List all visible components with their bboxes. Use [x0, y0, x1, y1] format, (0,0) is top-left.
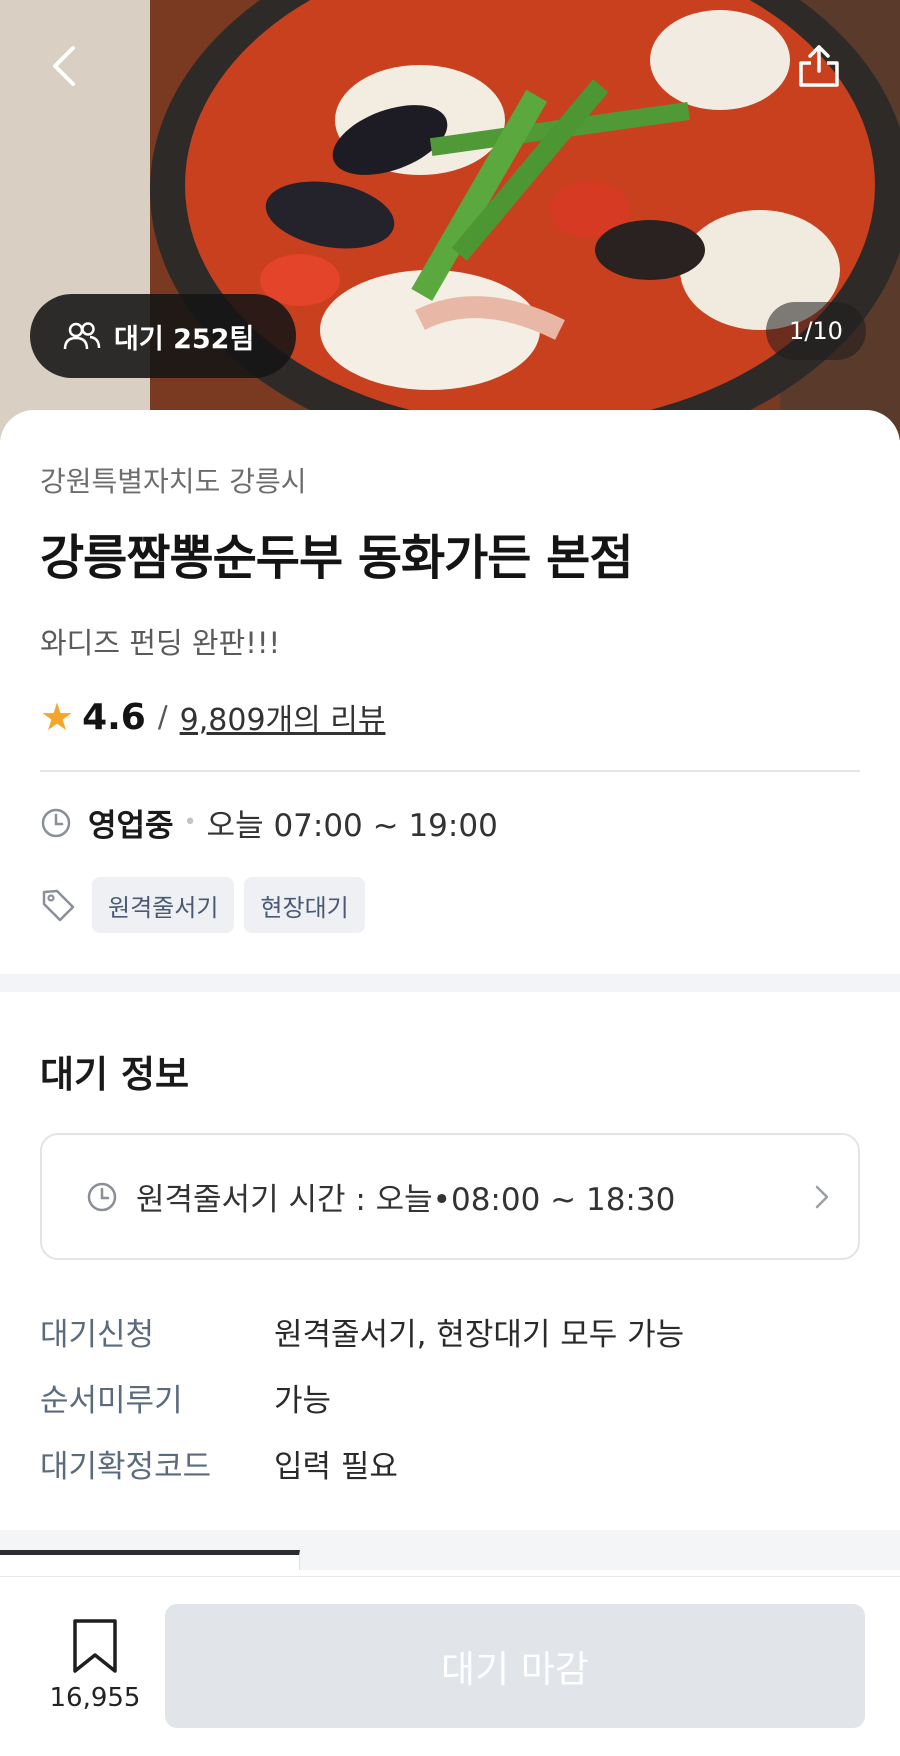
bookmark-button[interactable]: 16,955: [40, 1617, 150, 1713]
tag-icon: [42, 889, 75, 922]
wait-detail-list: 대기신청 원격줄서기, 현장대기 모두 가능 순서미루기 가능 대기확정코드 입…: [40, 1298, 684, 1496]
section-divider: [0, 974, 900, 992]
back-button[interactable]: [32, 34, 96, 98]
wait-info-title: 대기 정보: [40, 1053, 190, 1096]
tab-active-indicator[interactable]: [0, 1550, 300, 1570]
rating-row: ★ 4.6 / 9,809개의 리뷰: [40, 695, 385, 739]
detail-label: 대기확정코드: [40, 1448, 212, 1485]
hero-image[interactable]: 대기 252팀 1/10: [0, 0, 900, 440]
reviews-link[interactable]: 9,809개의 리뷰: [180, 695, 386, 739]
tag-row: 원격줄서기 현장대기: [40, 877, 365, 933]
wait-count-label: 대기 252팀: [114, 323, 255, 355]
share-icon: [799, 45, 839, 87]
separator-dot: •: [183, 810, 197, 835]
store-region: 강원특별자치도 강릉시: [40, 465, 307, 498]
detail-label: 대기신청: [40, 1316, 155, 1353]
people-icon: [63, 322, 101, 350]
remote-queue-time: 원격줄서기 시간 : 오늘•08:00 ~ 18:30: [136, 1182, 676, 1218]
detail-label: 순서미루기: [40, 1382, 183, 1419]
clock-icon: [41, 808, 71, 837]
chevron-right-icon: [815, 1185, 829, 1208]
tag-onsite-wait: 현장대기: [244, 877, 365, 933]
open-status: 영업중: [88, 808, 174, 844]
share-button[interactable]: [787, 34, 851, 98]
bottom-action-bar: 16,955 대기 마감: [0, 1576, 900, 1756]
business-hours: 오늘 07:00 ~ 19:00: [206, 808, 498, 844]
rating-score: 4.6: [82, 696, 146, 738]
detail-value: 가능: [274, 1382, 332, 1419]
wait-count-badge: 대기 252팀: [30, 294, 296, 378]
image-counter: 1/10: [766, 302, 866, 360]
detail-row-apply: 대기신청 원격줄서기, 현장대기 모두 가능: [40, 1298, 684, 1364]
detail-value: 원격줄서기, 현장대기 모두 가능: [274, 1316, 685, 1353]
rating-separator: /: [157, 700, 168, 734]
detail-value: 입력 필요: [274, 1448, 398, 1485]
store-slogan: 와디즈 펀딩 완판!!!: [40, 626, 281, 660]
page-title: 강릉짬뽕순두부 동화가든 본점: [40, 530, 634, 586]
clock-icon: [87, 1182, 117, 1211]
divider: [40, 770, 860, 772]
bookmark-icon: [73, 1619, 117, 1673]
detail-row-postpone: 순서미루기 가능: [40, 1364, 684, 1430]
bookmark-count: 16,955: [49, 1683, 141, 1713]
remote-queue-time-card[interactable]: 원격줄서기 시간 : 오늘•08:00 ~ 18:30: [40, 1133, 860, 1260]
star-icon: ★: [40, 695, 75, 739]
store-info-sheet: 강원특별자치도 강릉시 강릉짬뽕순두부 동화가든 본점 와디즈 펀딩 완판!!!…: [0, 410, 900, 975]
tag-remote-queue: 원격줄서기: [92, 877, 235, 933]
wait-closed-button[interactable]: 대기 마감: [165, 1604, 865, 1728]
detail-row-code: 대기확정코드 입력 필요: [40, 1430, 684, 1496]
chevron-left-icon: [53, 46, 75, 86]
hours-row: 영업중 • 오늘 07:00 ~ 19:00: [40, 800, 498, 845]
